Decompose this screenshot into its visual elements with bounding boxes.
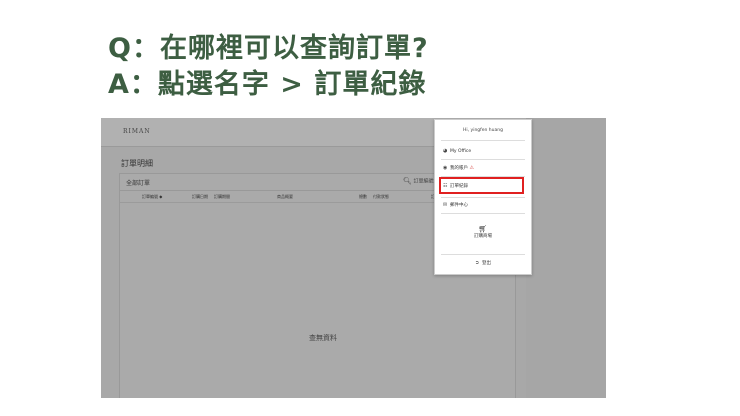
question-heading: Q：在哪裡可以查詢訂單? — [108, 33, 429, 64]
column-header: 總數 — [359, 194, 367, 199]
empty-state: 查無資料 — [309, 334, 337, 342]
right-background — [526, 118, 606, 398]
column-header[interactable]: 訂單編號 ◆ — [142, 194, 162, 200]
menu-item-my-office[interactable]: ◕ My Office — [443, 148, 471, 154]
envelope-icon: ✉ — [443, 202, 448, 208]
column-header: 訂購期間 — [214, 194, 230, 199]
column-header: 付款狀態 — [373, 194, 389, 199]
menu-item-shop[interactable]: 🛒︎ 訂購商場 — [435, 225, 531, 239]
tab-all-orders[interactable]: 全部訂單 — [126, 178, 150, 187]
user-menu-dropdown: Hi, yingfen huang ◕ My Office ◉ 我的帳戶 ⚠ ☷ 訂單… — [434, 119, 532, 275]
user-greeting: Hi, yingfen huang — [463, 128, 503, 133]
divider — [441, 159, 525, 160]
sign-out-icon: ➲ — [475, 260, 480, 266]
answer-heading: A：點選名字 > 訂單紀錄 — [108, 69, 427, 100]
brand-logo[interactable]: RIMAN — [123, 128, 151, 135]
search-icon: 🔍︎ — [403, 177, 412, 185]
divider — [441, 197, 525, 198]
pie-chart-icon: ◕ — [443, 148, 448, 154]
warning-icon: ⚠ — [469, 165, 474, 171]
app-screenshot: RIMAN 訂單明細 全部訂單 🔍︎ 訂單編號、 訂單編號 ◆ 訂購日期 訂購期… — [101, 118, 606, 398]
page-title: 訂單明細 — [121, 159, 153, 168]
shopping-cart-icon: 🛒︎ — [478, 225, 488, 233]
menu-item-my-account[interactable]: ◉ 我的帳戶 ⚠ — [443, 165, 474, 171]
column-header: 訂購日期 — [192, 194, 208, 199]
divider — [441, 140, 525, 141]
user-circle-icon: ◉ — [443, 165, 448, 171]
highlight-box — [439, 177, 524, 194]
divider — [441, 213, 525, 214]
menu-item-mail-center[interactable]: ✉ 郵件中心 — [443, 202, 468, 208]
column-header: 商品概要 — [277, 194, 293, 199]
divider — [441, 254, 525, 255]
logout-button[interactable]: ➲ 登出 — [475, 260, 491, 266]
